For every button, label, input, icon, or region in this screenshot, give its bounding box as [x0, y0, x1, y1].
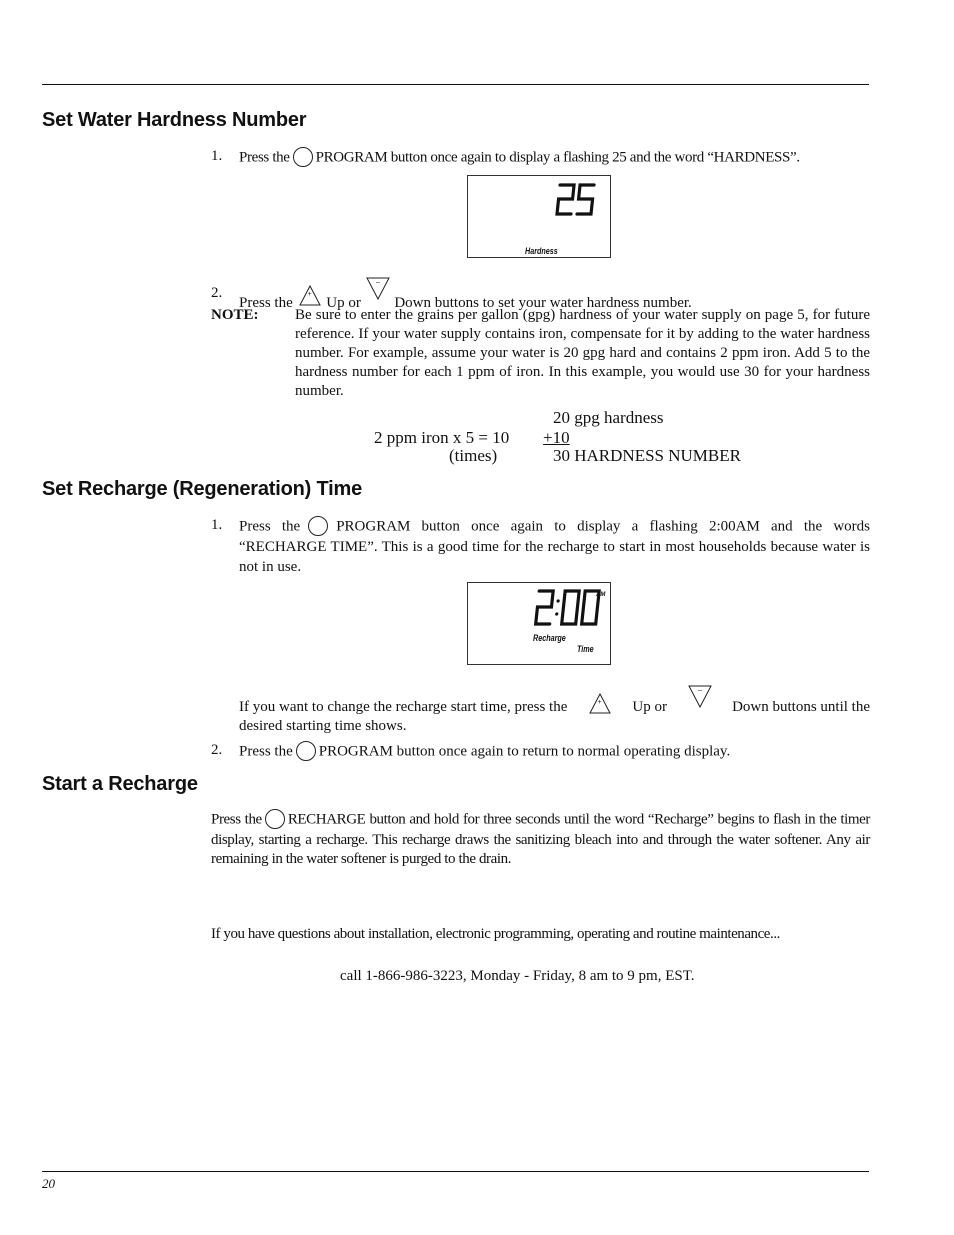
- note-label: NOTE:: [211, 307, 259, 323]
- step-text: PROGRAM button once again to return to n…: [318, 743, 731, 760]
- down-button-icon: –: [687, 685, 712, 709]
- contact-phone: call 1-866-986-3223, Monday - Friday, 8 …: [340, 968, 695, 984]
- step-number: 1.: [211, 517, 223, 533]
- calc-result: 30 HARDNESS NUMBER: [553, 446, 741, 465]
- recharge-step2: Press the PROGRAM button once again to re…: [239, 741, 879, 763]
- step-text: If you want to change the recharge start…: [239, 699, 568, 715]
- recharge-change-instructions: If you want to change the recharge start…: [239, 683, 870, 736]
- calc-line1: 20 gpg hardness: [553, 408, 664, 427]
- recharge-step1: Press the PROGRAM button once again to di…: [239, 516, 870, 577]
- lcd-label-hardness: Hardness: [525, 246, 558, 256]
- up-button-icon: +: [589, 692, 611, 714]
- lcd-label-recharge: Recharge: [533, 633, 566, 643]
- program-button-icon: [292, 147, 313, 167]
- lcd-label-time: Time: [577, 644, 594, 654]
- lcd-display-recharge-time: AM Recharge Time: [467, 582, 611, 665]
- step-text: Press the: [239, 743, 293, 760]
- heading-start-recharge: Start a Recharge: [42, 773, 198, 795]
- recharge-button-icon: [264, 809, 285, 829]
- page-number: 20: [42, 1176, 55, 1191]
- down-button-icon: –: [365, 277, 390, 301]
- footer-rule: [42, 1171, 869, 1172]
- step-text: PROGRAM button once again to display a f…: [239, 518, 870, 575]
- heading-set-recharge-time: Set Recharge (Regeneration) Time: [42, 478, 362, 500]
- program-button-icon: [308, 516, 329, 536]
- lcd-display-hardness: Hardness: [467, 175, 611, 258]
- step-text: RECHARGE button and hold for three secon…: [211, 811, 870, 867]
- svg-text:–: –: [376, 279, 380, 286]
- lcd-ampm: AM: [595, 592, 606, 598]
- step-text: Press the: [211, 811, 262, 828]
- program-button-icon: [295, 741, 316, 761]
- step-text: Press the: [239, 518, 301, 535]
- header-rule: [42, 84, 869, 85]
- calc-times: (times): [449, 446, 498, 465]
- start-recharge-text: Press the RECHARGE button and hold for th…: [211, 809, 870, 869]
- contact-question: If you have questions about installation…: [211, 926, 780, 942]
- step-text: PROGRAM button once again to display a f…: [315, 149, 800, 166]
- step-number: 2.: [211, 285, 223, 301]
- calc-left: 2 ppm iron x 5 = 10: [374, 428, 510, 447]
- step-text: Up or: [632, 699, 667, 715]
- svg-text:–: –: [698, 687, 702, 694]
- step-number: 2.: [211, 742, 223, 758]
- hardness-step1: Press the PROGRAM button once again to di…: [239, 147, 879, 169]
- calc-plus: +10: [543, 428, 570, 447]
- step-text: Down buttons until the: [732, 699, 870, 715]
- heading-set-water-hardness: Set Water Hardness Number: [42, 109, 307, 131]
- step-text: Press the: [239, 149, 290, 166]
- step-number: 1.: [211, 148, 223, 164]
- note-text: Be sure to enter the grains per gallon (…: [295, 307, 870, 399]
- svg-text:+: +: [597, 699, 601, 706]
- svg-text:+: +: [307, 291, 311, 298]
- step-text: desired starting time shows.: [239, 718, 407, 734]
